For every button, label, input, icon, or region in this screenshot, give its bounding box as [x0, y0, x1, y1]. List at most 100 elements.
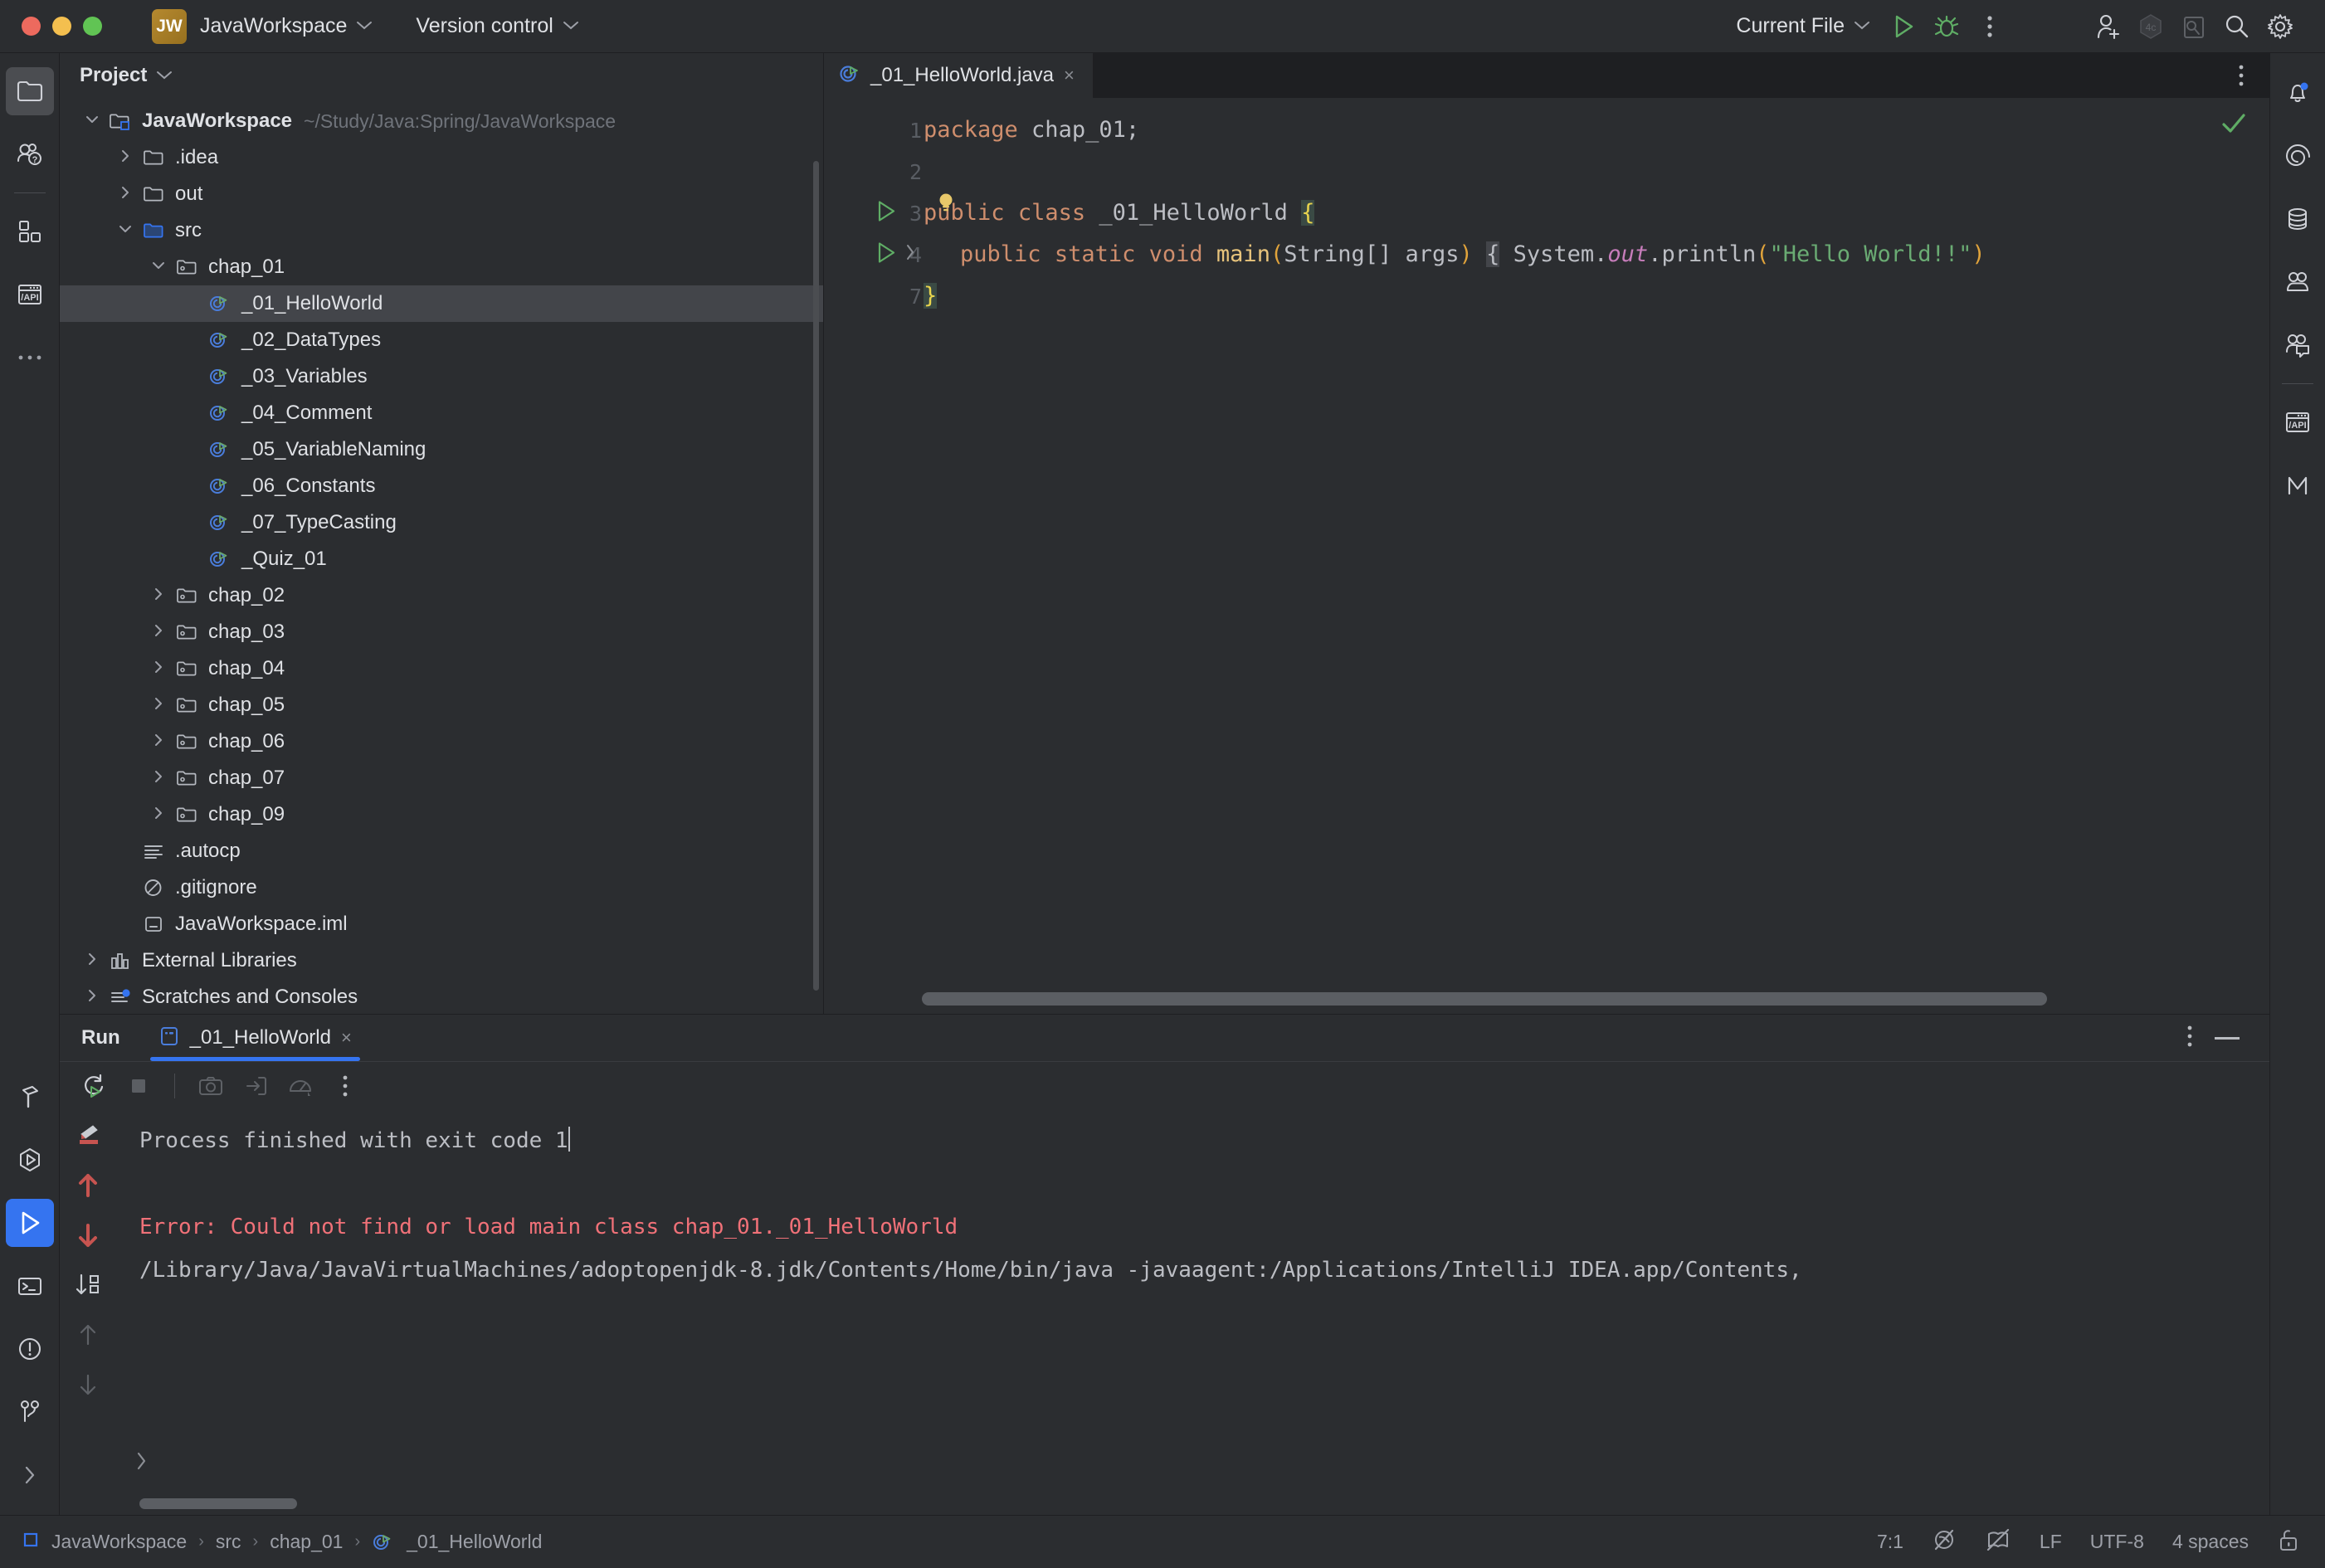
endpoints-icon[interactable]: /API	[2274, 398, 2322, 446]
rerun-icon[interactable]	[75, 1067, 113, 1105]
chevron-down-icon[interactable]	[356, 17, 373, 35]
tree-item-chap_03[interactable]: chap_03	[60, 614, 823, 650]
tree-twisty-right-icon[interactable]	[111, 184, 139, 205]
sidebar-item-plugins[interactable]	[6, 207, 54, 256]
add-user-icon[interactable]	[2086, 5, 2129, 48]
close-icon[interactable]: ×	[1064, 65, 1075, 86]
tree-item-idea[interactable]: .idea	[60, 139, 823, 176]
tree-item-_02_datatypes[interactable]: _02_DataTypes	[60, 322, 823, 358]
tree-item-javaworkspaceiml[interactable]: JavaWorkspace.iml	[60, 906, 823, 942]
tree-item-gitignore[interactable]: .gitignore	[60, 869, 823, 906]
notifications-icon[interactable]	[2274, 69, 2322, 117]
expand-console-icon[interactable]	[134, 1451, 149, 1476]
indent-setting[interactable]: 4 spaces	[2172, 1531, 2249, 1553]
tree-item-chap_07[interactable]: chap_07	[60, 760, 823, 796]
tree-twisty-down-icon[interactable]	[144, 259, 173, 275]
tree-item-scratchesandconsoles[interactable]: Scratches and Consoles	[60, 979, 823, 1014]
more-options-icon[interactable]	[326, 1067, 364, 1105]
tree-twisty-down-icon[interactable]	[78, 113, 106, 129]
tree-item-chap_04[interactable]: chap_04	[60, 650, 823, 687]
sidebar-item-endpoints[interactable]: /API	[6, 270, 54, 319]
run-tab-_01_HelloWorld[interactable]: _01_HelloWorld ×	[149, 1015, 360, 1061]
tree-twisty-right-icon[interactable]	[144, 805, 173, 825]
breadcrumb[interactable]: JavaWorkspace › src › chap_01 › _01_HelloWorld	[0, 1531, 542, 1553]
tree-item-_06_constants[interactable]: _06_Constants	[60, 468, 823, 504]
console-output[interactable]: Process finished with exit code 1 Error: …	[116, 1109, 2269, 1516]
code-with-me-icon[interactable]	[2274, 258, 2322, 306]
screenshot-icon[interactable]	[192, 1067, 230, 1105]
tree-item-externallibraries[interactable]: External Libraries	[60, 942, 823, 979]
reader-mode-icon[interactable]	[1985, 1527, 2011, 1556]
inspection-status-ok-icon[interactable]	[2220, 111, 2248, 140]
tree-item-out[interactable]: out	[60, 176, 823, 212]
tree-item-chap_06[interactable]: chap_06	[60, 723, 823, 760]
code-editor[interactable]: 1 2 3 4 7 package chap_01; public class …	[824, 98, 2269, 1014]
minimize-window-button[interactable]	[52, 17, 71, 36]
run-icon[interactable]	[1882, 5, 1925, 48]
tree-twisty-right-icon[interactable]	[78, 951, 106, 971]
soft-wrap-icon[interactable]	[70, 1118, 106, 1154]
breadcrumb-item[interactable]: _01_HelloWorld	[407, 1531, 542, 1553]
tree-item-_05_variablenaming[interactable]: _05_VariableNaming	[60, 431, 823, 468]
code-with-me-icon[interactable]: 4c	[2129, 5, 2172, 48]
stop-icon[interactable]	[119, 1067, 158, 1105]
lock-icon[interactable]	[2277, 1527, 2300, 1556]
tree-item-chap_02[interactable]: chap_02	[60, 577, 823, 614]
run-method-gutter-icon[interactable]	[875, 241, 897, 269]
intention-bulb-icon[interactable]	[935, 191, 957, 220]
tree-item-_04_comment[interactable]: _04_Comment	[60, 395, 823, 431]
sidebar-item-version-control[interactable]	[6, 1388, 54, 1436]
tree-item-_01_helloworld[interactable]: _01_HelloWorld	[60, 285, 823, 322]
tree-twisty-right-icon[interactable]	[144, 659, 173, 679]
next-occurrence-icon[interactable]	[70, 1217, 106, 1254]
window-controls[interactable]	[0, 17, 102, 36]
tree-twisty-right-icon[interactable]	[144, 622, 173, 643]
line-separator[interactable]: LF	[2040, 1531, 2062, 1553]
close-window-button[interactable]	[22, 17, 41, 36]
tree-item-chap_01[interactable]: chap_01	[60, 249, 823, 285]
tree-twisty-right-icon[interactable]	[144, 586, 173, 606]
more-tools-icon[interactable]	[6, 334, 54, 382]
debug-icon[interactable]	[1925, 5, 1968, 48]
tree-twisty-right-icon[interactable]	[111, 148, 139, 168]
run-configuration-selector[interactable]: Current File	[1724, 0, 1882, 53]
run-class-gutter-icon[interactable]	[875, 200, 897, 227]
console-horizontal-scrollbar[interactable]	[139, 1498, 297, 1509]
scroll-to-end-icon[interactable]	[70, 1267, 106, 1303]
chevron-down-icon[interactable]	[563, 17, 579, 35]
export-icon[interactable]	[236, 1067, 275, 1105]
caret-position[interactable]: 7:1	[1877, 1531, 1903, 1553]
tree-item-chap_09[interactable]: chap_09	[60, 796, 823, 833]
tree-twisty-right-icon[interactable]	[144, 732, 173, 752]
breadcrumb-item[interactable]: chap_01	[270, 1531, 343, 1553]
tree-item-_07_typecasting[interactable]: _07_TypeCasting	[60, 504, 823, 541]
tree-twisty-right-icon[interactable]	[78, 987, 106, 1008]
settings-icon[interactable]	[2259, 5, 2302, 48]
inspections-off-icon[interactable]	[1932, 1527, 1957, 1556]
sidebar-item-build[interactable]	[6, 1073, 54, 1121]
code-lines[interactable]: package chap_01; public class _01_HelloW…	[922, 98, 2269, 1014]
editor-horizontal-scrollbar[interactable]	[922, 992, 2261, 1006]
folded-brace-token[interactable]: {	[1486, 241, 1500, 267]
search-icon[interactable]	[2215, 5, 2259, 48]
tree-item-chap_05[interactable]: chap_05	[60, 687, 823, 723]
breadcrumb-item[interactable]: JavaWorkspace	[51, 1531, 187, 1553]
sidebar-item-project[interactable]	[5, 67, 54, 115]
chevron-down-icon[interactable]	[156, 67, 173, 85]
ai-assistant-icon[interactable]	[2274, 132, 2322, 180]
version-control-menu[interactable]: Version control	[416, 14, 553, 38]
tree-twisty-right-icon[interactable]	[144, 768, 173, 789]
sidebar-item-services[interactable]	[6, 1136, 54, 1184]
tree-item-src[interactable]: src	[60, 212, 823, 249]
sidebar-item-run[interactable]	[5, 1199, 54, 1247]
project-tree[interactable]: JavaWorkspace ~/Study/Java:Spring/JavaWor…	[60, 98, 823, 1014]
tree-twisty-down-icon[interactable]	[111, 222, 139, 239]
editor-more-options-icon[interactable]	[2238, 63, 2245, 92]
tree-item-autocp[interactable]: .autocp	[60, 833, 823, 869]
editor-gutter[interactable]: 1 2 3 4 7	[824, 98, 922, 1014]
breadcrumb-item[interactable]: src	[216, 1531, 241, 1553]
close-icon[interactable]: ×	[341, 1027, 352, 1049]
previous-occurrence-icon[interactable]	[70, 1167, 106, 1204]
file-encoding[interactable]: UTF-8	[2090, 1531, 2144, 1553]
tree-item-_quiz_01[interactable]: _Quiz_01	[60, 541, 823, 577]
